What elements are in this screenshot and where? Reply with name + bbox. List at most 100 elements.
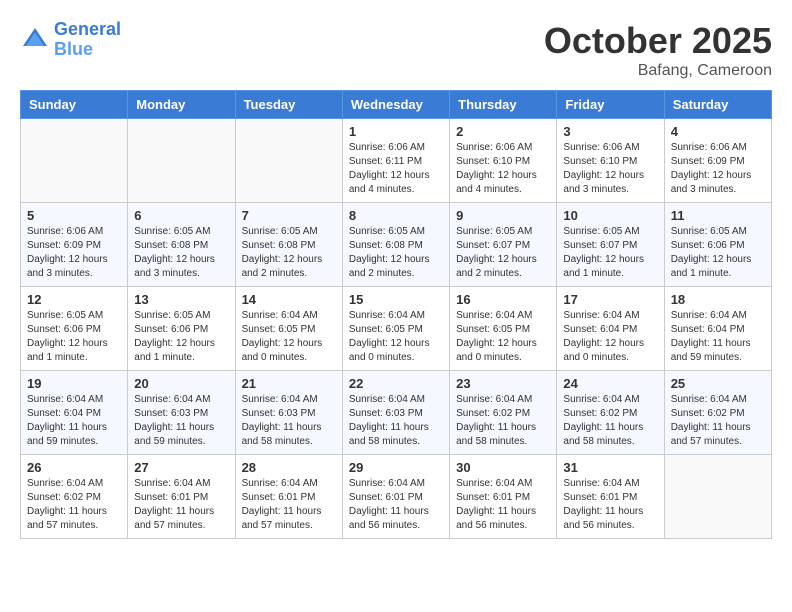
calendar-cell: 22 Sunrise: 6:04 AM Sunset: 6:03 PM Dayli…: [342, 371, 449, 455]
calendar-cell: 7Sunrise: 6:05 AM Sunset: 6:08 PM Daylig…: [235, 203, 342, 287]
day-info: Sunrise: 6:05 AM Sunset: 6:08 PM Dayligh…: [134, 225, 228, 281]
logo-text: General Blue: [54, 20, 121, 60]
day-number: 9: [456, 208, 550, 223]
calendar-cell: 26 Sunrise: 6:04 AM Sunset: 6:02 PM Dayli…: [21, 455, 128, 539]
day-info: Sunrise: 6:06 AM Sunset: 6:09 PM Dayligh…: [671, 141, 765, 197]
day-info: Sunrise: 6:05 AM Sunset: 6:07 PM Dayligh…: [563, 225, 657, 281]
calendar-cell: 25 Sunrise: 6:04 AM Sunset: 6:02 PM Dayli…: [664, 371, 771, 455]
day-number: 13: [134, 292, 228, 307]
page-header: General Blue October 2025 Bafang, Camero…: [20, 20, 772, 80]
calendar-cell: 27 Sunrise: 6:04 AM Sunset: 6:01 PM Dayli…: [128, 455, 235, 539]
day-number: 26: [27, 460, 121, 475]
calendar-week-row: 1 Sunrise: 6:06 AM Sunset: 6:11 PM Daylig…: [21, 119, 772, 203]
weekday-header-tuesday: Tuesday: [235, 91, 342, 119]
day-info: Sunrise: 6:04 AM Sunset: 6:05 PM Dayligh…: [242, 309, 336, 365]
calendar-cell: 16 Sunrise: 6:04 AM Sunset: 6:05 PM Dayli…: [450, 287, 557, 371]
day-info: Sunrise: 6:04 AM Sunset: 6:05 PM Dayligh…: [349, 309, 443, 365]
logo: General Blue: [20, 20, 121, 60]
day-info: Sunrise: 6:06 AM Sunset: 6:11 PM Dayligh…: [349, 141, 443, 197]
day-number: 15: [349, 292, 443, 307]
day-number: 4: [671, 124, 765, 139]
day-info: Sunrise: 6:04 AM Sunset: 6:02 PM Dayligh…: [671, 393, 765, 449]
calendar-cell: 6 Sunrise: 6:05 AM Sunset: 6:08 PM Daylig…: [128, 203, 235, 287]
weekday-header-friday: Friday: [557, 91, 664, 119]
day-number: 6: [134, 208, 228, 223]
calendar-cell: 5 Sunrise: 6:06 AM Sunset: 6:09 PM Daylig…: [21, 203, 128, 287]
calendar-cell: 23Sunrise: 6:04 AM Sunset: 6:02 PM Dayli…: [450, 371, 557, 455]
day-number: 17: [563, 292, 657, 307]
day-number: 22: [349, 376, 443, 391]
calendar-cell: 12 Sunrise: 6:05 AM Sunset: 6:06 PM Dayli…: [21, 287, 128, 371]
day-number: 21: [242, 376, 336, 391]
day-number: 30: [456, 460, 550, 475]
logo-icon: [20, 25, 50, 55]
day-info: Sunrise: 6:04 AM Sunset: 6:02 PM Dayligh…: [563, 393, 657, 449]
weekday-header-saturday: Saturday: [664, 91, 771, 119]
location: Bafang, Cameroon: [544, 62, 772, 80]
day-info: Sunrise: 6:06 AM Sunset: 6:09 PM Dayligh…: [27, 225, 121, 281]
calendar-week-row: 19Sunrise: 6:04 AM Sunset: 6:04 PM Dayli…: [21, 371, 772, 455]
day-info: Sunrise: 6:04 AM Sunset: 6:01 PM Dayligh…: [456, 477, 550, 533]
calendar-cell: 10 Sunrise: 6:05 AM Sunset: 6:07 PM Dayli…: [557, 203, 664, 287]
weekday-header-wednesday: Wednesday: [342, 91, 449, 119]
day-number: 25: [671, 376, 765, 391]
day-number: 24: [563, 376, 657, 391]
calendar-cell: 13Sunrise: 6:05 AM Sunset: 6:06 PM Dayli…: [128, 287, 235, 371]
calendar-cell: 14 Sunrise: 6:04 AM Sunset: 6:05 PM Dayli…: [235, 287, 342, 371]
day-number: 3: [563, 124, 657, 139]
day-info: Sunrise: 6:06 AM Sunset: 6:10 PM Dayligh…: [563, 141, 657, 197]
calendar-cell: [128, 119, 235, 203]
day-number: 14: [242, 292, 336, 307]
day-number: 31: [563, 460, 657, 475]
day-number: 12: [27, 292, 121, 307]
calendar-cell: 1 Sunrise: 6:06 AM Sunset: 6:11 PM Daylig…: [342, 119, 449, 203]
day-info: Sunrise: 6:04 AM Sunset: 6:04 PM Dayligh…: [563, 309, 657, 365]
calendar-cell: 3 Sunrise: 6:06 AM Sunset: 6:10 PM Daylig…: [557, 119, 664, 203]
day-info: Sunrise: 6:04 AM Sunset: 6:01 PM Dayligh…: [242, 477, 336, 533]
weekday-header-monday: Monday: [128, 91, 235, 119]
day-info: Sunrise: 6:04 AM Sunset: 6:01 PM Dayligh…: [563, 477, 657, 533]
day-info: Sunrise: 6:04 AM Sunset: 6:03 PM Dayligh…: [134, 393, 228, 449]
day-info: Sunrise: 6:06 AM Sunset: 6:10 PM Dayligh…: [456, 141, 550, 197]
calendar-week-row: 26 Sunrise: 6:04 AM Sunset: 6:02 PM Dayli…: [21, 455, 772, 539]
calendar-cell: 8Sunrise: 6:05 AM Sunset: 6:08 PM Daylig…: [342, 203, 449, 287]
weekday-header-thursday: Thursday: [450, 91, 557, 119]
day-info: Sunrise: 6:04 AM Sunset: 6:05 PM Dayligh…: [456, 309, 550, 365]
day-info: Sunrise: 6:04 AM Sunset: 6:03 PM Dayligh…: [349, 393, 443, 449]
day-info: Sunrise: 6:05 AM Sunset: 6:07 PM Dayligh…: [456, 225, 550, 281]
day-info: Sunrise: 6:05 AM Sunset: 6:06 PM Dayligh…: [671, 225, 765, 281]
calendar-cell: 28Sunrise: 6:04 AM Sunset: 6:01 PM Dayli…: [235, 455, 342, 539]
calendar-cell: [664, 455, 771, 539]
day-info: Sunrise: 6:04 AM Sunset: 6:04 PM Dayligh…: [671, 309, 765, 365]
day-info: Sunrise: 6:04 AM Sunset: 6:02 PM Dayligh…: [27, 477, 121, 533]
day-number: 29: [349, 460, 443, 475]
weekday-header-row: SundayMondayTuesdayWednesdayThursdayFrid…: [21, 91, 772, 119]
calendar-cell: 30 Sunrise: 6:04 AM Sunset: 6:01 PM Dayli…: [450, 455, 557, 539]
day-info: Sunrise: 6:05 AM Sunset: 6:06 PM Dayligh…: [27, 309, 121, 365]
day-number: 16: [456, 292, 550, 307]
calendar-cell: 19Sunrise: 6:04 AM Sunset: 6:04 PM Dayli…: [21, 371, 128, 455]
day-number: 18: [671, 292, 765, 307]
day-number: 7: [242, 208, 336, 223]
day-info: Sunrise: 6:04 AM Sunset: 6:01 PM Dayligh…: [134, 477, 228, 533]
day-number: 27: [134, 460, 228, 475]
calendar-table: SundayMondayTuesdayWednesdayThursdayFrid…: [20, 90, 772, 539]
day-info: Sunrise: 6:04 AM Sunset: 6:02 PM Dayligh…: [456, 393, 550, 449]
calendar-cell: 17 Sunrise: 6:04 AM Sunset: 6:04 PM Dayli…: [557, 287, 664, 371]
day-number: 1: [349, 124, 443, 139]
calendar-cell: 31 Sunrise: 6:04 AM Sunset: 6:01 PM Dayli…: [557, 455, 664, 539]
day-number: 20: [134, 376, 228, 391]
calendar-cell: 18 Sunrise: 6:04 AM Sunset: 6:04 PM Dayli…: [664, 287, 771, 371]
day-number: 2: [456, 124, 550, 139]
calendar-cell: [21, 119, 128, 203]
day-number: 11: [671, 208, 765, 223]
calendar-cell: 15 Sunrise: 6:04 AM Sunset: 6:05 PM Dayli…: [342, 287, 449, 371]
calendar-cell: 29Sunrise: 6:04 AM Sunset: 6:01 PM Dayli…: [342, 455, 449, 539]
day-info: Sunrise: 6:05 AM Sunset: 6:08 PM Dayligh…: [349, 225, 443, 281]
day-number: 19: [27, 376, 121, 391]
calendar-cell: 11 Sunrise: 6:05 AM Sunset: 6:06 PM Dayli…: [664, 203, 771, 287]
calendar-week-row: 5 Sunrise: 6:06 AM Sunset: 6:09 PM Daylig…: [21, 203, 772, 287]
calendar-cell: [235, 119, 342, 203]
day-number: 5: [27, 208, 121, 223]
day-number: 10: [563, 208, 657, 223]
